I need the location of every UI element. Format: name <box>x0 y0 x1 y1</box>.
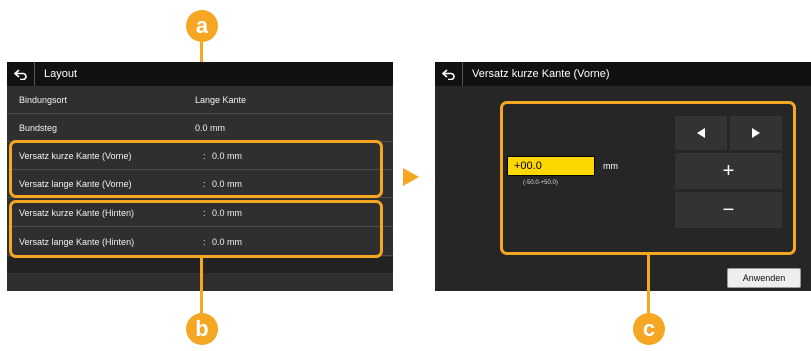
list-item-label: Versatz lange Kante (Hinten) <box>19 237 135 247</box>
offset-input[interactable]: +00.0 <box>507 156 595 176</box>
callout-b-line <box>200 258 203 314</box>
layout-screen: Layout Bindungsort Lange Kante Bundsteg … <box>7 62 393 291</box>
page-title: Versatz kurze Kante (Vorne) <box>472 68 610 80</box>
cursor-right-button[interactable] <box>730 116 782 150</box>
plus-button[interactable]: + <box>675 153 782 189</box>
offset-input-value: +00.0 <box>514 160 542 172</box>
list-item-versatz-lange-vorne[interactable]: Versatz lange Kante (Vorne) : 0.0 mm <box>7 170 393 198</box>
back-button[interactable] <box>435 62 463 86</box>
list-item-label: Bundsteg <box>19 123 58 133</box>
callout-c-line <box>647 255 650 314</box>
callout-c: c <box>633 313 665 345</box>
list-item-label: Versatz kurze Kante (Vorne) <box>19 151 132 161</box>
page-title: Layout <box>44 68 78 80</box>
list-item-value: 0.0 mm <box>212 179 243 189</box>
list-item-separator: : <box>203 237 206 247</box>
list-item-separator: : <box>203 179 206 189</box>
unit-label: mm <box>603 161 618 171</box>
list-item-value: Lange Kante <box>195 95 247 105</box>
cursor-left-button[interactable] <box>675 116 727 150</box>
apply-button[interactable]: Anwenden <box>727 268 801 288</box>
transition-arrow-icon <box>403 168 419 186</box>
minus-button[interactable]: − <box>675 192 782 228</box>
offset-titlebar: Versatz kurze Kante (Vorne) <box>435 62 811 86</box>
back-button[interactable] <box>7 62 35 86</box>
list-item-versatz-lange-hinten[interactable]: Versatz lange Kante (Hinten) : 0.0 mm <box>7 228 393 256</box>
list-item-separator: : <box>203 208 206 218</box>
layout-titlebar: Layout <box>7 62 393 86</box>
callout-a: a <box>186 10 218 42</box>
callout-b: b <box>186 313 218 345</box>
list-item-versatz-kurze-hinten[interactable]: Versatz kurze Kante (Hinten) : 0.0 mm <box>7 199 393 227</box>
offset-edit-screen: Versatz kurze Kante (Vorne) +00.0 mm (-5… <box>435 62 811 291</box>
list-item-value: 0.0 mm <box>212 237 243 247</box>
list-item-separator: : <box>203 151 206 161</box>
arrow-right-icon <box>752 128 760 138</box>
back-arrow-icon <box>13 69 27 80</box>
list-item-label: Versatz lange Kante (Vorne) <box>19 179 132 189</box>
list-item-versatz-kurze-vorne[interactable]: Versatz kurze Kante (Vorne) : 0.0 mm <box>7 142 393 170</box>
range-hint: (-50.0-+50.0) <box>523 180 558 186</box>
list-item-value: 0.0 mm <box>212 208 243 218</box>
back-arrow-icon <box>441 69 455 80</box>
list-item-bindungsort[interactable]: Bindungsort Lange Kante <box>7 86 393 114</box>
arrow-left-icon <box>697 128 705 138</box>
list-item-label: Bindungsort <box>19 95 68 105</box>
list-item-value: 0.0 mm <box>212 151 243 161</box>
list-item-value: 0.0 mm <box>195 123 226 133</box>
list-item-label: Versatz kurze Kante (Hinten) <box>19 208 135 218</box>
list-item-bundsteg[interactable]: Bundsteg 0.0 mm <box>7 114 393 142</box>
